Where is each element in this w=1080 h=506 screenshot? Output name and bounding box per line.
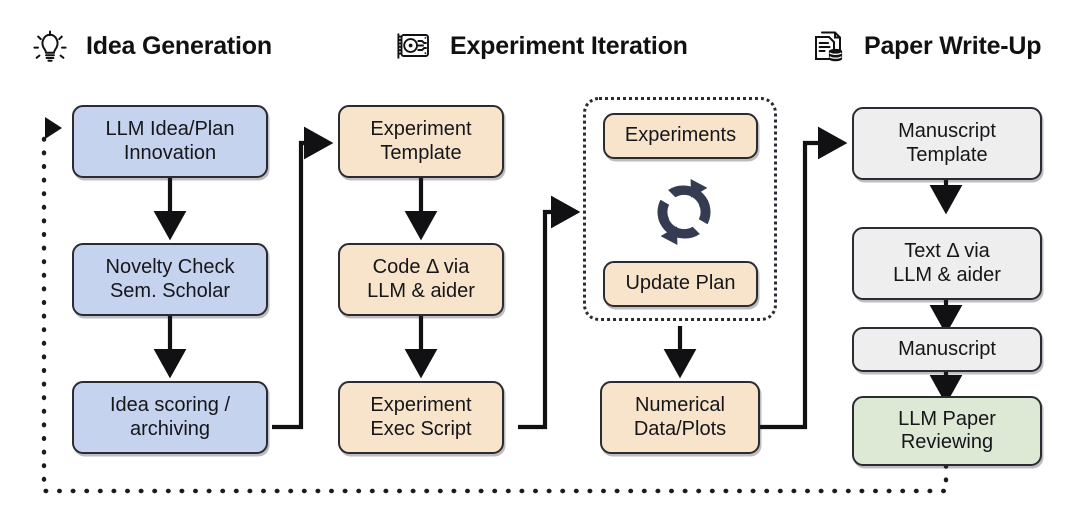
gpu-card-icon [392, 24, 436, 68]
phase-header-experiment-iteration: Experiment Iteration [392, 18, 688, 74]
diagram-canvas: Idea Generation Experiment Iteration Pap… [0, 0, 1080, 506]
node-code-delta-via-llm-aider[interactable]: Code Δ via LLM & aider [338, 243, 504, 316]
arrow-scoring-to-experiment-template [272, 126, 334, 430]
node-label: LLM Idea/Plan Innovation [105, 118, 235, 164]
node-manuscript-template[interactable]: Manuscript Template [852, 107, 1042, 180]
node-llm-idea-plan-innovation[interactable]: LLM Idea/Plan Innovation [72, 105, 268, 178]
node-experiment-template[interactable]: Experiment Template [338, 105, 504, 178]
node-text-delta-via-llm-aider[interactable]: Text Δ via LLM & aider [852, 227, 1042, 300]
node-label: Update Plan [625, 272, 736, 295]
node-manuscript[interactable]: Manuscript [852, 327, 1042, 372]
phase-title-experiment-iteration: Experiment Iteration [450, 31, 688, 60]
node-experiments[interactable]: Experiments [603, 113, 758, 159]
refresh-cycle-icon [645, 176, 723, 248]
phase-header-paper-write-up: Paper Write-Up [806, 18, 1042, 74]
node-label: Idea scoring / archiving [109, 394, 231, 440]
feedback-loop-arrowhead [45, 117, 62, 139]
phase-title-idea-generation: Idea Generation [86, 31, 272, 60]
node-experiment-exec-script[interactable]: Experiment Exec Script [338, 381, 504, 454]
node-label: Novelty Check Sem. Scholar [105, 256, 235, 302]
phase-header-idea-generation: Idea Generation [28, 18, 272, 74]
node-label: Code Δ via LLM & aider [367, 256, 475, 302]
node-label: Experiments [624, 124, 737, 147]
node-numerical-data-plots[interactable]: Numerical Data/Plots [600, 381, 760, 454]
node-label: Experiment Exec Script [370, 394, 472, 440]
node-label: Experiment Template [370, 118, 472, 164]
node-label: Manuscript Template [898, 120, 996, 166]
phase-title-paper-write-up: Paper Write-Up [864, 31, 1042, 60]
document-database-icon [806, 24, 850, 68]
node-label: Manuscript [898, 337, 996, 360]
node-novelty-check-sem-scholar[interactable]: Novelty Check Sem. Scholar [72, 243, 268, 316]
node-llm-paper-reviewing[interactable]: LLM Paper Reviewing [852, 396, 1042, 466]
node-update-plan[interactable]: Update Plan [603, 261, 758, 307]
arrow-exec-script-to-loop [518, 195, 581, 430]
node-idea-scoring-archiving[interactable]: Idea scoring / archiving [72, 381, 268, 454]
node-label: LLM Paper Reviewing [898, 407, 996, 453]
node-label: Text Δ via LLM & aider [893, 240, 1001, 286]
lightbulb-icon [28, 24, 72, 68]
node-label: Numerical Data/Plots [633, 394, 727, 440]
